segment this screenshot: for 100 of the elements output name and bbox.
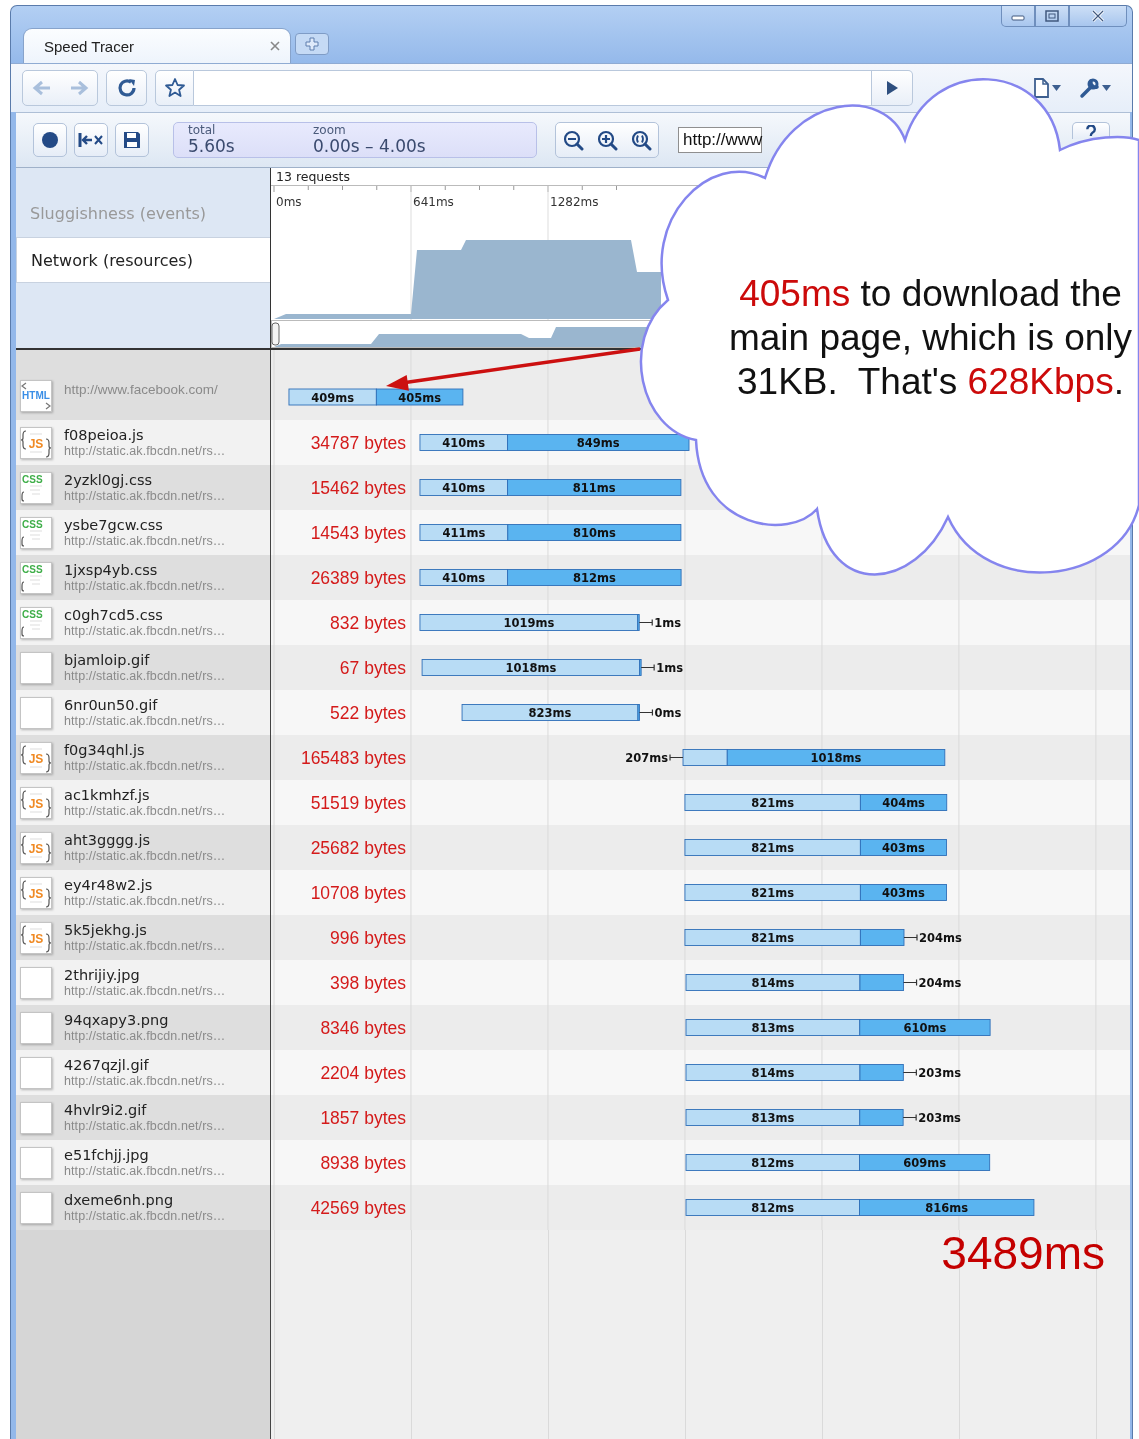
duration-label: 813ms (751, 1021, 795, 1035)
total-value: 5.60s (188, 137, 236, 156)
duration-label: 609ms (903, 1156, 947, 1170)
duration-label: 403ms (882, 841, 925, 855)
duration-label: 203ms (918, 1066, 962, 1080)
file-name: bjamloip.gif (64, 651, 151, 669)
file-name: 1jxsp4yb.css (64, 561, 159, 579)
leader-line (902, 978, 918, 987)
image-file-icon (20, 1056, 52, 1089)
file-name: 94qxapy3.png (64, 1011, 170, 1029)
file-url: http://static.ak.fbcdn.net/rs… (64, 1118, 226, 1134)
arrow-left-icon (31, 80, 52, 96)
url-field[interactable]: http://www (678, 127, 762, 153)
help-button[interactable] (1072, 122, 1110, 139)
duration-label: 849ms (576, 436, 620, 450)
close-tab-button[interactable] (268, 39, 282, 53)
file-size: 522 bytes (330, 702, 406, 723)
image-file-icon (20, 1011, 52, 1044)
file-name: ac1kmhzf.js (64, 786, 151, 804)
duration-label: 812ms (751, 1201, 795, 1215)
view-tab[interactable]: Network (resources) (16, 237, 270, 283)
zoom-value: 0.00s – 4.00s (313, 137, 426, 156)
tick-label: 1282ms (550, 195, 599, 209)
duration-label: 823ms (528, 706, 572, 720)
file-size: 398 bytes (330, 972, 406, 993)
leader-line (902, 1068, 917, 1077)
zoom-fit-icon (630, 129, 652, 151)
script-file-icon: JS (20, 831, 52, 864)
record-button[interactable] (33, 123, 67, 157)
file-url: http://static.ak.fbcdn.net/rs… (64, 533, 226, 549)
total-label: total (188, 124, 217, 137)
duration-label: 1018ms (505, 661, 557, 675)
file-name: 2thrijiy.jpg (64, 966, 141, 984)
file-url: http://static.ak.fbcdn.net/rs… (64, 623, 226, 639)
zoom-out-icon (562, 129, 584, 151)
maximize-button[interactable] (1035, 6, 1069, 27)
close-icon (270, 41, 280, 51)
save-button[interactable] (115, 123, 149, 157)
stylesheet-file-icon: CSS (20, 606, 52, 639)
file-size: 1857 bytes (320, 1107, 406, 1128)
file-name: f0g34qhl.js (64, 741, 146, 759)
clear-button[interactable] (74, 123, 108, 157)
file-name: 6nr0un50.gif (64, 696, 159, 714)
file-name: 5k5jekhg.js (64, 921, 148, 939)
duration-label: 811ms (572, 481, 616, 495)
wrench-icon (1077, 77, 1100, 99)
file-url: http://static.ak.fbcdn.net/rs… (64, 1163, 226, 1179)
file-name: 4hvlr9i2.gif (64, 1101, 148, 1119)
duration-label: 812ms (751, 1156, 795, 1170)
duration-label: 812ms (572, 571, 616, 585)
image-file-icon (20, 651, 52, 684)
duration-label: 403ms (882, 886, 925, 900)
stylesheet-file-icon: CSS (20, 516, 52, 549)
file-size: 67 bytes (339, 657, 406, 678)
file-url: http://static.ak.fbcdn.net/rs… (64, 713, 226, 729)
total-time-annotation: 3489ms (941, 1230, 1105, 1276)
go-button[interactable] (872, 70, 913, 106)
save-icon (123, 131, 141, 149)
callout-text: 405ms to download the main page, which is only 31KB. That's 628Kbps. (727, 272, 1134, 404)
duration-label: 410ms (442, 481, 486, 495)
file-url: http://static.ak.fbcdn.net/rs… (64, 848, 226, 864)
file-size: 25682 bytes (310, 837, 406, 858)
download-segment (637, 704, 640, 721)
duration-label: 405ms (398, 390, 442, 405)
maximize-icon (1044, 9, 1060, 23)
file-size: 42569 bytes (310, 1197, 406, 1218)
close-window-button[interactable] (1069, 6, 1127, 27)
leader-line (638, 708, 654, 717)
caret-icon (1051, 85, 1061, 91)
file-url: http://static.ak.fbcdn.net/rs… (64, 983, 226, 999)
duration-label: 207ms (625, 751, 668, 765)
html-file-icon: HTML (20, 380, 52, 412)
file-url: http://static.ak.fbcdn.net/rs… (64, 893, 226, 909)
file-url: http://static.ak.fbcdn.net/rs… (64, 1208, 226, 1224)
file-name: f08peioa.js (64, 426, 145, 444)
duration-label: 814ms (751, 976, 795, 990)
duration-label: 203ms (918, 1111, 961, 1125)
bookmark-button[interactable] (155, 70, 194, 106)
duration-label: 610ms (903, 1021, 947, 1035)
zoom-label: zoom (313, 124, 347, 137)
duration-label: 410ms (442, 571, 486, 585)
script-file-icon: JS (20, 921, 52, 954)
file-name: dxeme6nh.png (64, 1191, 175, 1209)
file-size: 15462 bytes (310, 477, 406, 498)
file-url: http://static.ak.fbcdn.net/rs… (64, 1028, 226, 1044)
duration-label: 816ms (925, 1201, 969, 1215)
file-name: aht3gggg.js (64, 831, 151, 849)
duration-label: 410ms (442, 436, 486, 450)
script-file-icon: JS (20, 426, 52, 459)
reload-button[interactable] (106, 70, 147, 106)
range-handle[interactable] (271, 322, 280, 346)
browser-tab[interactable]: Speed Tracer (23, 28, 291, 63)
file-name: 4267qzjl.gif (64, 1056, 150, 1074)
duration-label: 1019ms (503, 616, 555, 630)
download-segment (859, 974, 904, 991)
duration-label: 821ms (751, 796, 795, 810)
download-segment (639, 659, 642, 676)
minimize-button[interactable] (1001, 6, 1035, 27)
tick-label: 0ms (276, 195, 302, 209)
file-size: 10708 bytes (310, 882, 406, 903)
